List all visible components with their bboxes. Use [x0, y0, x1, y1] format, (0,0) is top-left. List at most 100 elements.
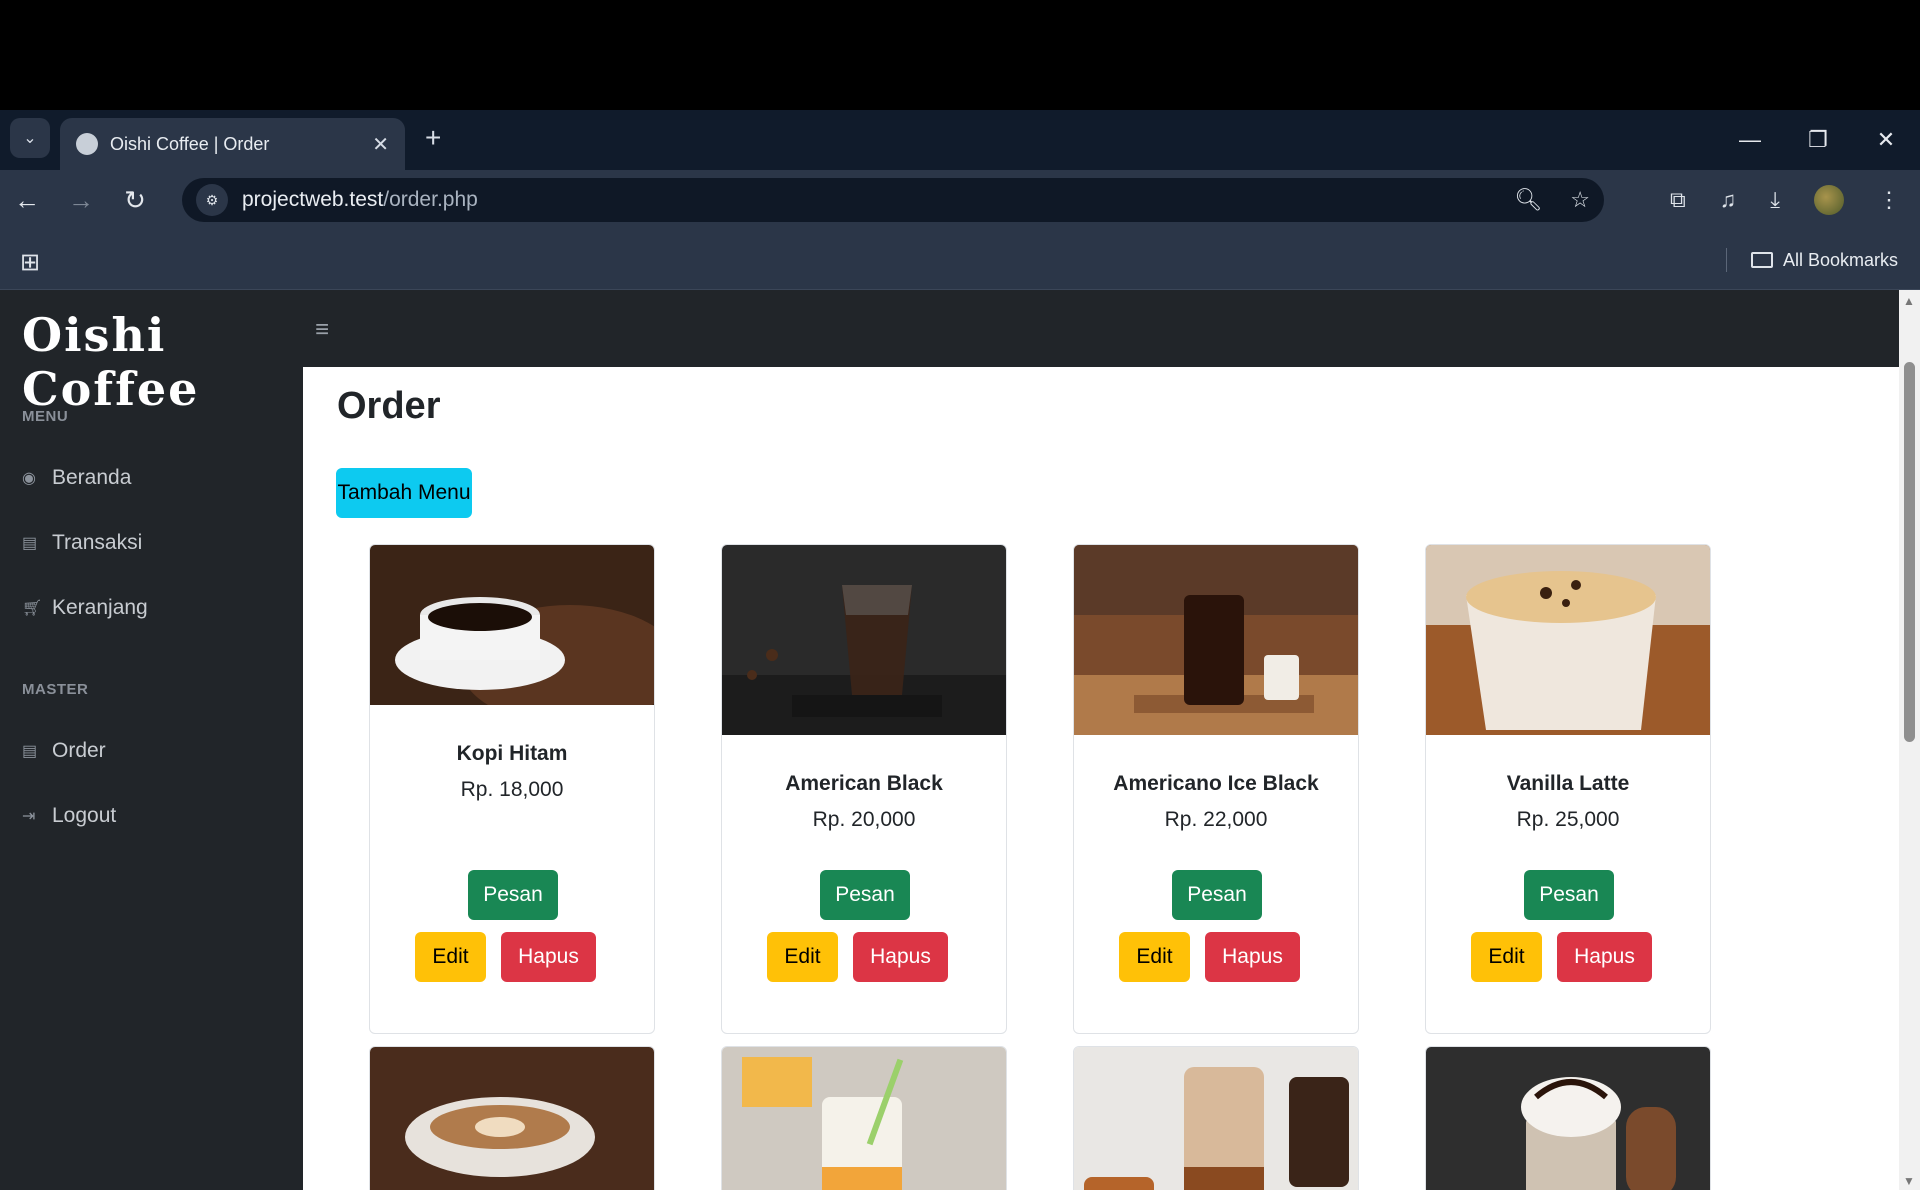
brand-logo[interactable]: Oishi Coffee: [22, 308, 303, 416]
scroll-down-icon[interactable]: ▼: [1903, 1174, 1915, 1188]
product-image: [722, 545, 1006, 735]
product-card: Americano Ice Black Rp. 22,000 Pesan Edi…: [1073, 544, 1359, 1034]
sidebar-item-transaksi[interactable]: ▤ Transaksi: [22, 531, 142, 555]
product-price: Rp. 25,000: [1516, 808, 1620, 831]
edit-button[interactable]: Edit: [1119, 932, 1190, 982]
sidebar-item-beranda[interactable]: ◉ Beranda: [22, 466, 131, 490]
palette-icon: ◉: [22, 470, 36, 487]
close-window-icon[interactable]: ✕: [1852, 110, 1920, 170]
edit-button[interactable]: Edit: [767, 932, 838, 982]
product-card: [721, 1046, 1007, 1190]
product-card: [369, 1046, 655, 1190]
product-card: Kopi Hitam Rp. 18,000 Pesan Edit Hapus: [369, 544, 655, 1034]
card-icon: ▤: [22, 535, 38, 552]
product-image: [1426, 545, 1710, 735]
sidebar-item-label: Transaksi: [52, 531, 143, 554]
edit-button[interactable]: Edit: [415, 932, 486, 982]
window-controls: — ❐ ✕: [1716, 110, 1920, 170]
all-bookmarks-button[interactable]: All Bookmarks: [1725, 248, 1898, 272]
toolbar-actions: ⧉ ♫ ⤓ ⋮: [1670, 170, 1900, 230]
browser-toolbar: ← → ↻ ⚙ projectweb.test/order.php 🔍︎ ☆ ⧉…: [0, 170, 1920, 230]
sidebar-item-keranjang[interactable]: 🛒︎ Keranjang: [22, 596, 148, 620]
globe-icon: [76, 133, 98, 155]
minimize-icon[interactable]: —: [1716, 110, 1784, 170]
product-image: [370, 545, 654, 725]
site-info-icon[interactable]: ⚙: [196, 184, 228, 216]
hamburger-menu-icon[interactable]: ≡: [315, 316, 329, 344]
page-scrollbar[interactable]: ▲ ▼: [1899, 290, 1920, 1190]
sidebar-item-logout[interactable]: ⇥ Logout: [22, 804, 116, 828]
product-card: [1073, 1046, 1359, 1190]
product-card: Vanilla Latte Rp. 25,000 Pesan Edit Hapu…: [1425, 544, 1711, 1034]
sidebar: Oishi Coffee MENU ◉ Beranda ▤ Transaksi …: [0, 290, 303, 1190]
sidebar-item-label: Keranjang: [52, 596, 148, 619]
product-card: American Black Rp. 20,000 Pesan Edit Hap…: [721, 544, 1007, 1034]
delete-button[interactable]: Hapus: [853, 932, 948, 982]
edit-button[interactable]: Edit: [1471, 932, 1542, 982]
product-image: [1426, 1047, 1710, 1190]
scroll-up-icon[interactable]: ▲: [1903, 294, 1915, 308]
back-button[interactable]: ←: [0, 185, 54, 216]
delete-button[interactable]: Hapus: [501, 932, 596, 982]
cart-icon: 🛒︎: [22, 600, 43, 617]
apps-grid-icon[interactable]: ⊞: [20, 248, 40, 277]
menu-heading: MENU: [22, 408, 69, 425]
order-button[interactable]: Pesan: [820, 870, 910, 920]
product-image: [1074, 1047, 1358, 1190]
zoom-icon[interactable]: 🔍︎: [1514, 187, 1542, 213]
product-price: Rp. 22,000: [1164, 808, 1268, 831]
profile-avatar[interactable]: [1814, 185, 1844, 215]
tab-search-button[interactable]: ⌄: [10, 118, 50, 158]
tab-title: Oishi Coffee | Order: [110, 133, 270, 154]
main-content: Order Tambah Menu Kopi Hitam Rp. 18,000 …: [303, 367, 1899, 1190]
product-name: American Black: [785, 772, 943, 795]
product-image: [370, 1047, 654, 1190]
product-name: Vanilla Latte: [1506, 772, 1630, 795]
order-button[interactable]: Pesan: [1172, 870, 1262, 920]
logout-icon: ⇥: [22, 808, 36, 825]
product-image: [722, 1047, 1006, 1190]
more-menu-icon[interactable]: ⋮: [1878, 187, 1900, 213]
browser-chrome: ⌄ Oishi Coffee | Order ✕ + — ❐ ✕ ← → ↻ ⚙…: [0, 110, 1920, 290]
star-icon[interactable]: ☆: [1570, 187, 1590, 213]
master-heading: MASTER: [22, 681, 89, 698]
sidebar-item-label: Beranda: [52, 466, 132, 489]
web-page: Oishi Coffee MENU ◉ Beranda ▤ Transaksi …: [0, 290, 1920, 1190]
top-black-bar: [0, 0, 1920, 110]
divider: [1725, 248, 1727, 272]
tab-strip: ⌄ Oishi Coffee | Order ✕ + — ❐ ✕: [0, 110, 1920, 170]
product-image: [1074, 545, 1358, 735]
extensions-icon[interactable]: ⧉: [1670, 187, 1686, 213]
product-name: Kopi Hitam: [456, 742, 568, 765]
close-icon[interactable]: ✕: [372, 132, 389, 157]
delete-button[interactable]: Hapus: [1557, 932, 1652, 982]
product-card: [1425, 1046, 1711, 1190]
product-name: Americano Ice Black: [1113, 772, 1319, 795]
forward-button[interactable]: →: [54, 185, 108, 216]
product-price: Rp. 18,000: [460, 778, 564, 801]
order-button[interactable]: Pesan: [1524, 870, 1614, 920]
card-icon: ▤: [22, 743, 38, 760]
sidebar-item-label: Order: [52, 739, 106, 762]
reload-button[interactable]: ↻: [108, 185, 162, 216]
browser-tab[interactable]: Oishi Coffee | Order ✕: [60, 118, 405, 170]
product-price: Rp. 20,000: [812, 808, 916, 831]
scrollbar-thumb[interactable]: [1904, 362, 1915, 742]
restore-icon[interactable]: ❐: [1784, 110, 1852, 170]
delete-button[interactable]: Hapus: [1205, 932, 1300, 982]
top-navbar: ≡: [303, 290, 1899, 367]
all-bookmarks-label: All Bookmarks: [1782, 249, 1898, 270]
download-icon[interactable]: ⤓: [1770, 187, 1780, 213]
bookmarks-bar: ⊞ All Bookmarks: [0, 230, 1920, 290]
sidebar-item-order[interactable]: ▤ Order: [22, 739, 106, 763]
url-path: /order.php: [383, 188, 478, 211]
add-menu-button[interactable]: Tambah Menu: [336, 468, 472, 518]
page-title: Order: [337, 385, 441, 427]
url-host: projectweb.test: [242, 188, 384, 211]
order-button[interactable]: Pesan: [468, 870, 558, 920]
new-tab-button[interactable]: +: [425, 122, 441, 154]
address-bar[interactable]: ⚙ projectweb.test/order.php 🔍︎ ☆: [182, 178, 1604, 222]
media-icon[interactable]: ♫: [1720, 187, 1737, 213]
sidebar-item-label: Logout: [52, 804, 117, 827]
chevron-down-icon: ⌄: [23, 130, 37, 147]
